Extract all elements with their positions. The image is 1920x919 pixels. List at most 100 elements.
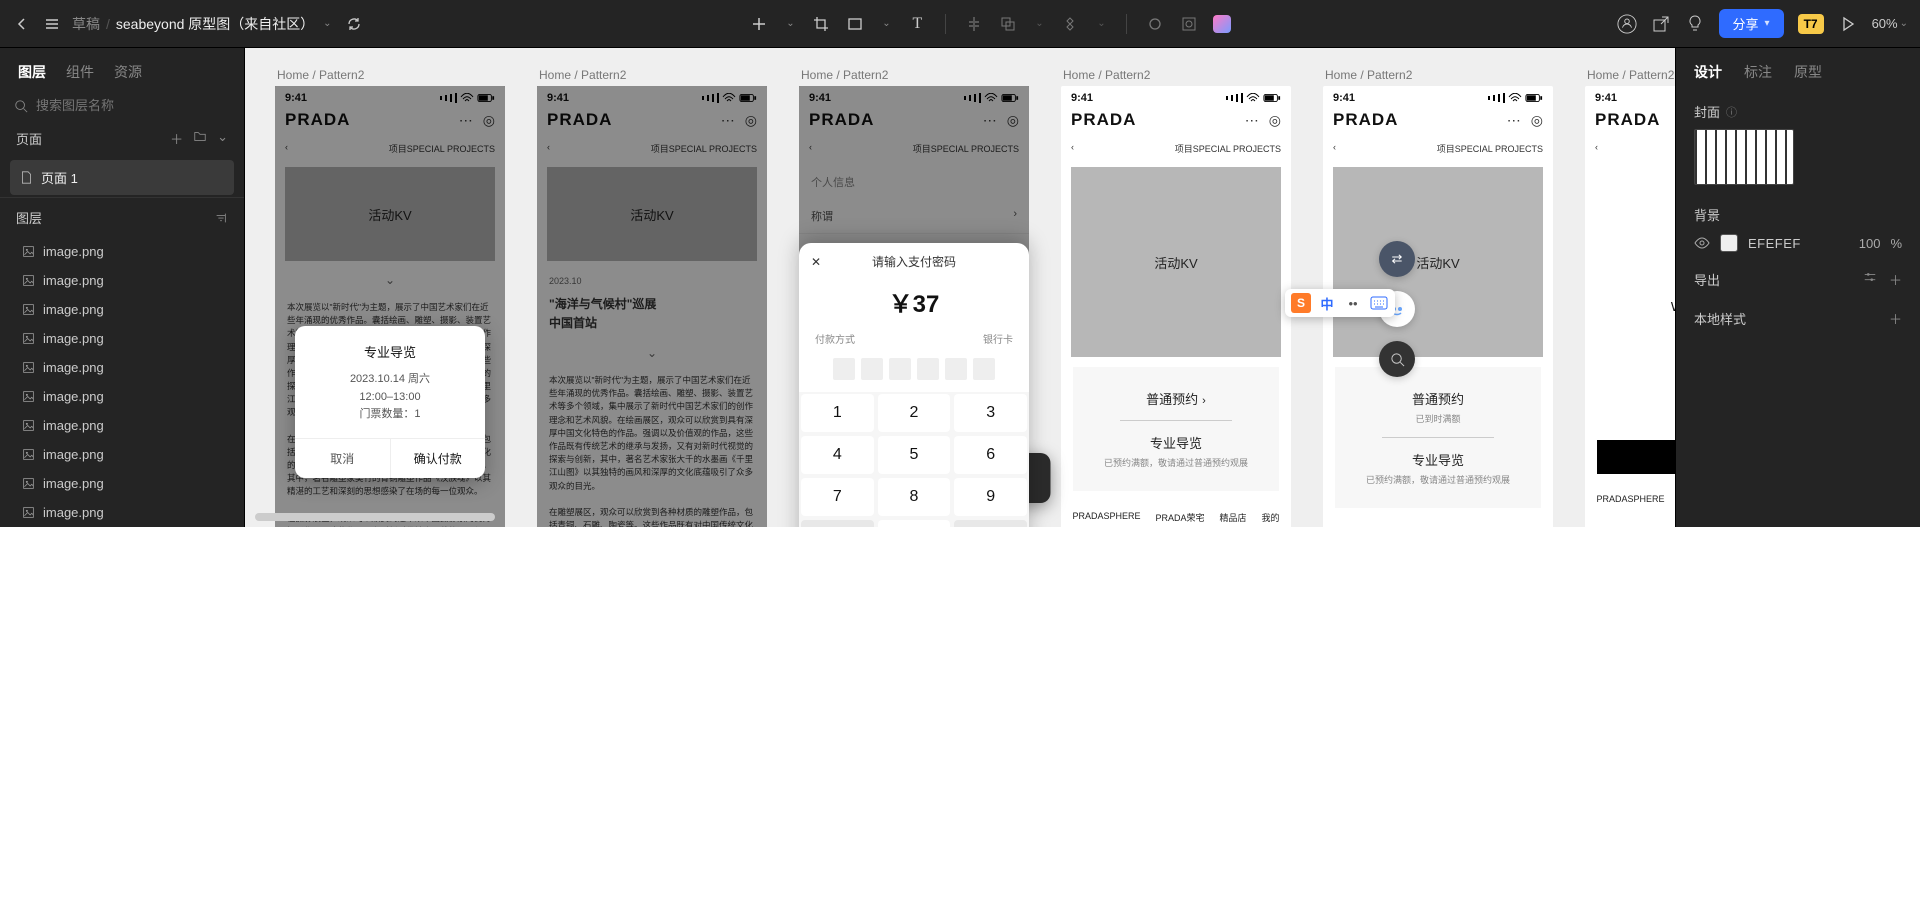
back-icon[interactable] — [12, 14, 32, 34]
boolean-icon[interactable] — [998, 14, 1018, 34]
plus-icon[interactable] — [749, 14, 769, 34]
close-icon[interactable]: ✕ — [811, 255, 829, 269]
tab-components[interactable]: 组件 — [66, 62, 94, 82]
back-icon[interactable]: ‹ — [1071, 142, 1074, 155]
key-5[interactable]: 5 — [878, 436, 951, 474]
badge-t7[interactable]: T7 — [1798, 14, 1824, 34]
booking-card[interactable]: 普通预约›专业导览已预约满额，敬请通过普通预约观展 — [1073, 367, 1279, 491]
chevron-right-icon[interactable]: › — [1585, 414, 1675, 430]
ime-punct[interactable]: •• — [1343, 293, 1363, 313]
ime-lang[interactable]: 中 — [1317, 293, 1337, 313]
more-icon[interactable]: ⋯ — [1245, 112, 1259, 129]
more-icon[interactable]: ⋯ — [459, 112, 473, 129]
tab-annotate[interactable]: 标注 — [1744, 62, 1772, 82]
nav-item[interactable]: PRADASPHERE — [1596, 494, 1664, 507]
canvas[interactable]: Home / Pattern29:41PRADA⋯◎‹项目SPECIAL PRO… — [245, 48, 1675, 527]
sync-icon[interactable] — [344, 14, 364, 34]
fill-hex[interactable]: EFEFEF — [1748, 236, 1849, 251]
cover-thumbnail[interactable] — [1694, 129, 1794, 185]
layer-item[interactable]: image.png — [0, 411, 244, 440]
chevron-down-icon[interactable]: ⌄ — [320, 14, 334, 34]
add-icon[interactable]: ＋ — [1889, 309, 1902, 328]
more-icon[interactable]: ⋯ — [983, 112, 997, 129]
chevron-down-icon[interactable]: ⌄ — [783, 14, 797, 34]
fill-swatch[interactable] — [1720, 234, 1738, 252]
chevron-down-icon[interactable]: ⌄ — [879, 14, 893, 34]
info-icon[interactable]: ⓘ — [1726, 104, 1737, 120]
crop-icon[interactable] — [811, 14, 831, 34]
breadcrumb-draft[interactable]: 草稿 — [72, 14, 100, 34]
nav-item[interactable]: 精品店 — [1219, 511, 1246, 524]
layer-item[interactable]: image.png — [0, 353, 244, 382]
key-1[interactable]: 1 — [801, 394, 874, 432]
layer-item[interactable]: image.png — [0, 237, 244, 266]
tab-layers[interactable]: 图层 — [18, 62, 46, 82]
component-icon[interactable] — [1060, 14, 1080, 34]
horizontal-scrollbar[interactable] — [255, 513, 495, 521]
back-icon[interactable]: ‹ — [1333, 142, 1336, 155]
translate-icon[interactable]: ⇄ — [1379, 241, 1415, 277]
confirm-button[interactable]: 确认付款 — [391, 439, 486, 478]
rect-icon[interactable] — [845, 14, 865, 34]
chevron-down-icon[interactable]: ⌄ — [537, 342, 767, 368]
key-0[interactable]: 0 — [878, 520, 951, 527]
add-page-icon[interactable]: ＋ — [170, 129, 183, 148]
sort-icon[interactable] — [214, 211, 228, 225]
nav-item[interactable]: PRADA荣宅 — [1155, 511, 1204, 524]
layer-item[interactable]: image.png — [0, 469, 244, 498]
chevron-down-icon[interactable]: ⌄ — [275, 269, 505, 295]
artboard[interactable]: 9:41PRADA⋯◎‹项目SPECIAL PROJECTS活动KV⌄本次展览以… — [275, 86, 505, 527]
menu-icon[interactable] — [42, 14, 62, 34]
key-backspace[interactable]: ⌫ — [954, 520, 1027, 527]
more-icon[interactable]: ⋯ — [721, 112, 735, 129]
layer-item[interactable]: image.png — [0, 324, 244, 353]
text-icon[interactable]: T — [907, 14, 927, 34]
tab-design[interactable]: 设计 — [1694, 62, 1722, 82]
back-icon[interactable]: ‹ — [285, 142, 288, 155]
key-8[interactable]: 8 — [878, 478, 951, 516]
avatar-icon[interactable] — [1617, 14, 1637, 34]
artboard[interactable]: 9:41PRADA⋯◎‹项目SPECIAL PROJECTS活动KV普通预约›专… — [1061, 86, 1291, 527]
tab-assets[interactable]: 资源 — [114, 62, 142, 82]
ime-bar[interactable]: S 中 •• — [1285, 289, 1395, 317]
align-icon[interactable] — [964, 14, 984, 34]
back-icon[interactable]: ‹ — [1595, 142, 1598, 155]
key-4[interactable]: 4 — [801, 436, 874, 474]
tab-prototype[interactable]: 原型 — [1794, 62, 1822, 82]
target-icon[interactable]: ◎ — [745, 112, 757, 129]
pay-method[interactable]: 付款方式银行卡 — [799, 329, 1029, 354]
mask-icon[interactable] — [1179, 14, 1199, 34]
visibility-icon[interactable] — [1694, 237, 1710, 249]
key-7[interactable]: 7 — [801, 478, 874, 516]
ai-icon[interactable] — [1213, 15, 1231, 33]
chevron-down-icon[interactable]: ⌄ — [1032, 14, 1046, 34]
cancel-button[interactable]: 取消 — [295, 439, 391, 478]
target-icon[interactable]: ◎ — [1269, 112, 1281, 129]
zoom-control[interactable]: 60%⌄ — [1872, 16, 1908, 31]
reserve-workshop-button[interactable]: 预约工 — [1597, 440, 1675, 474]
nav-item[interactable]: PRADASPHERE — [1072, 511, 1140, 524]
search-input[interactable] — [36, 98, 230, 113]
key-2[interactable]: 2 — [878, 394, 951, 432]
ime-keyboard-icon[interactable] — [1369, 293, 1389, 313]
artboard[interactable]: 9:41PRADA⋯◎‹项目SPECIAL PROJECTSWorkshop›预… — [1585, 86, 1675, 527]
fill-pct[interactable]: 100 — [1859, 236, 1881, 251]
nav-item[interactable]: 我的 — [1261, 511, 1279, 524]
back-icon[interactable]: ‹ — [547, 142, 550, 155]
bulb-icon[interactable] — [1685, 14, 1705, 34]
layer-item[interactable]: image.png — [0, 440, 244, 469]
target-icon[interactable]: ◎ — [1007, 112, 1019, 129]
target-icon[interactable]: ◎ — [483, 112, 495, 129]
folder-icon[interactable] — [193, 129, 207, 148]
play-icon[interactable] — [1838, 14, 1858, 34]
chevron-down-icon[interactable]: ⌄ — [1094, 14, 1108, 34]
circle-icon[interactable] — [1145, 14, 1165, 34]
breadcrumb-title[interactable]: seabeyond 原型图（来自社区） — [116, 14, 314, 34]
layer-item[interactable]: image.png — [0, 382, 244, 411]
artboard[interactable]: 9:41PRADA⋯◎‹项目SPECIAL PROJECTS活动KV2023.1… — [537, 86, 767, 527]
booking-card[interactable]: 普通预约已到时满额专业导览已预约满额，敬请通过普通预约观展 — [1335, 367, 1541, 508]
chevron-down-icon[interactable]: ⌄ — [217, 129, 228, 148]
target-icon[interactable]: ◎ — [1531, 112, 1543, 129]
page-item[interactable]: 页面 1 — [10, 160, 234, 195]
key-3[interactable]: 3 — [954, 394, 1027, 432]
